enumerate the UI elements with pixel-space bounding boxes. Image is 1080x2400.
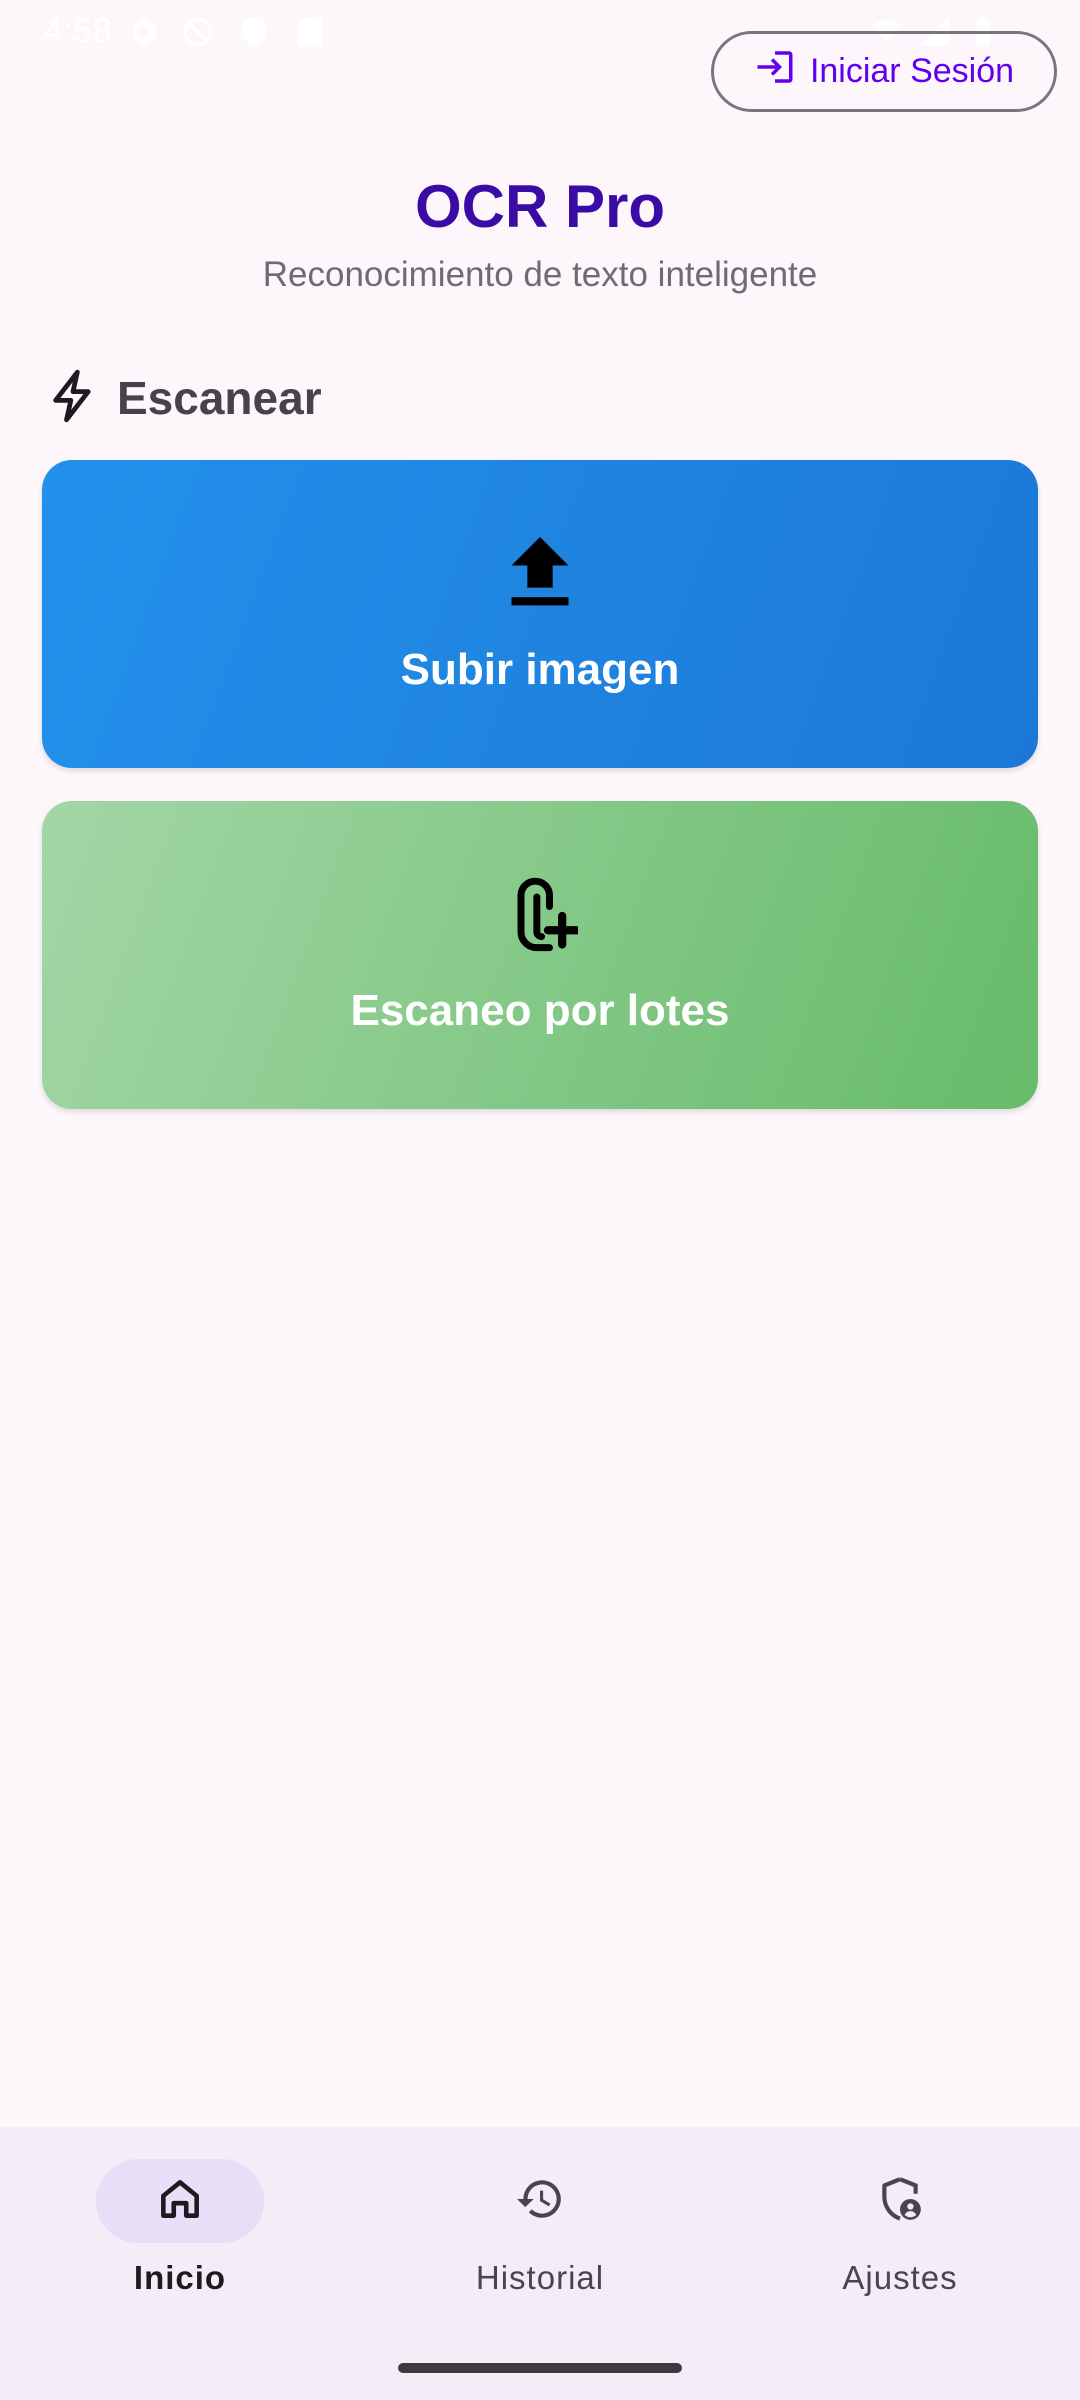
batch-scan-label: Escaneo por lotes [350,986,730,1035]
bolt-icon [47,367,99,430]
bottom-navigation: Inicio Historial Ajustes [0,2127,1080,2400]
nav-item-inicio[interactable]: Inicio [0,2159,360,2297]
nav-label-historial: Historial [475,2259,605,2296]
gesture-handle[interactable] [398,2363,682,2373]
status-icons-left [124,14,328,55]
upload-image-button[interactable]: Subir imagen [42,460,1038,768]
nav-item-ajustes[interactable]: Ajustes [720,2159,1080,2297]
nav-label-ajustes: Ajustes [842,2259,958,2296]
scan-section-header: Escanear [47,366,322,430]
admin-shield-icon [875,2174,925,2229]
home-icon [155,2174,205,2229]
upload-image-label: Subir imagen [400,645,680,694]
nav-icon-container [456,2159,624,2243]
nav-item-historial[interactable]: Historial [360,2159,720,2297]
app-subtitle: Reconocimiento de texto inteligente [262,255,818,294]
batch-attach-icon [502,874,578,958]
sim-card-icon [292,14,328,55]
shield-status-icon [236,14,272,55]
nav-active-indicator [96,2159,264,2243]
nav-icon-container [816,2159,984,2243]
do-not-disturb-icon [180,14,216,55]
login-icon [754,46,796,97]
settings-icon [124,14,160,55]
status-time: 4:58 [44,12,113,50]
login-button[interactable]: Iniciar Sesión [711,31,1057,112]
upload-icon [502,533,578,617]
login-label: Iniciar Sesión [809,52,1015,90]
section-title: Escanear [117,372,322,424]
app-title: OCR Pro [414,173,666,240]
history-icon [515,2174,565,2229]
nav-label-inicio: Inicio [133,2259,227,2296]
batch-scan-button[interactable]: Escaneo por lotes [42,801,1038,1109]
